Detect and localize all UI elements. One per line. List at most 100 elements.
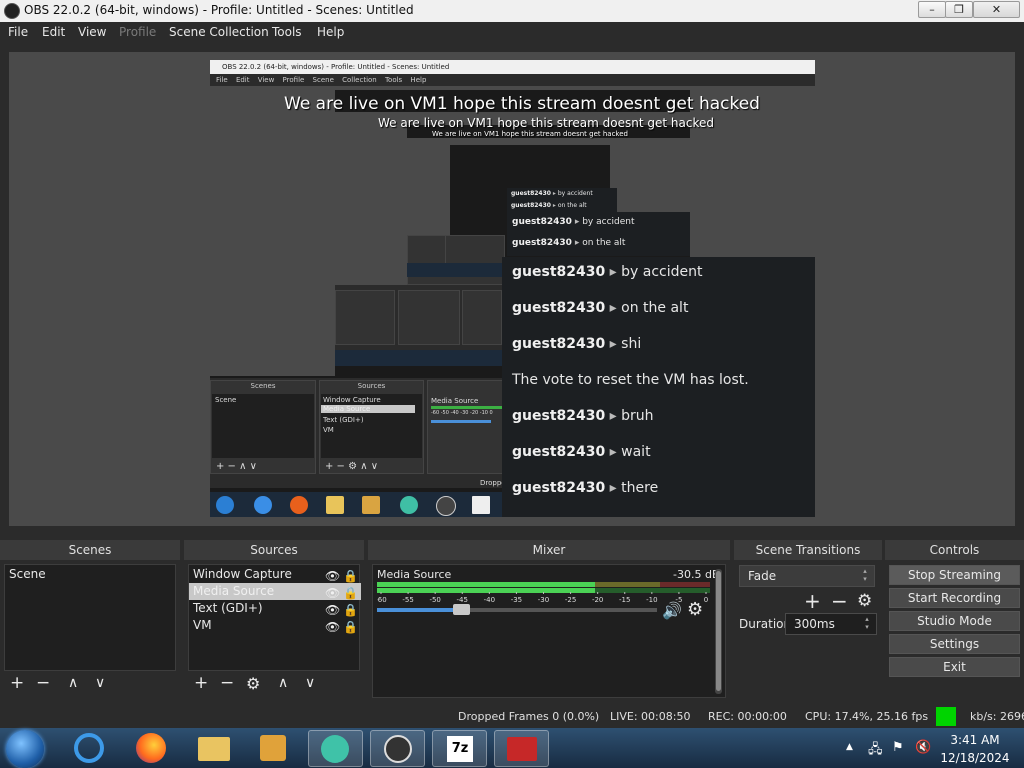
menu-profile[interactable]: Profile xyxy=(119,25,156,39)
mixer-tick-label: -35 xyxy=(511,596,522,604)
source-item-text[interactable]: Text (GDI+) 👁 🔒 xyxy=(189,600,361,617)
chat-small-line-2: guest82430 ▸ on the alt xyxy=(511,202,587,209)
window-capture-preview: OBS 22.0.2 (64-bit, windows) - Profile: … xyxy=(210,60,815,517)
taskbar-vm-app[interactable] xyxy=(308,730,363,767)
source-item-window-capture[interactable]: Window Capture 👁 🔒 xyxy=(189,566,361,583)
lock-icon[interactable]: 🔒 xyxy=(343,619,358,636)
taskbar-firefox[interactable] xyxy=(124,730,179,767)
transition-select-value: Fade xyxy=(748,569,777,583)
taskbar-toolbox[interactable] xyxy=(494,730,549,767)
overlay-text-small: We are live on VM1 hope this stream does… xyxy=(432,130,628,138)
source-item-vm[interactable]: VM 👁 🔒 xyxy=(189,617,361,634)
menu-edit[interactable]: Edit xyxy=(42,25,65,39)
nested-source-1: Window Capture xyxy=(323,396,381,404)
sources-dock-header: Sources xyxy=(184,540,364,560)
chat-line-2: guest82430 ▸ on the alt xyxy=(512,300,689,316)
chat-line-5: guest82430 ▸ bruh xyxy=(512,408,654,424)
transition-gear-icon[interactable]: ⚙ xyxy=(857,591,872,611)
scene-item[interactable]: Scene xyxy=(5,566,177,583)
duration-input[interactable]: 300ms ▴ ▾ xyxy=(785,613,877,635)
sources-list[interactable]: Window Capture 👁 🔒 Media Source 👁 🔒 Text… xyxy=(188,564,361,671)
transition-select[interactable]: Fade ▴ ▾ xyxy=(739,565,875,587)
network-icon[interactable]: 🖧 xyxy=(868,740,883,762)
mixer-scrollbar[interactable] xyxy=(715,569,722,694)
remove-source-button[interactable]: − xyxy=(220,675,234,692)
studio-mode-button[interactable]: Studio Mode xyxy=(889,611,1020,631)
menu-view[interactable]: View xyxy=(78,25,106,39)
mixer-tick-label: -60 xyxy=(377,596,387,604)
nested-scene-tools: + − ∧ ∨ xyxy=(216,461,257,472)
mixer-level-readout: -30.5 dB xyxy=(673,568,720,581)
settings-button[interactable]: Settings xyxy=(889,634,1020,654)
taskbar-explorer[interactable] xyxy=(186,730,241,767)
move-source-down-button[interactable]: ∨ xyxy=(305,675,315,692)
move-scene-up-button[interactable]: ∧ xyxy=(68,675,78,692)
nested-source-4: VM xyxy=(323,426,334,434)
clock-date[interactable]: 12/18/2024 xyxy=(940,751,1010,765)
start-orb-icon[interactable] xyxy=(6,730,44,768)
rec-timer: REC: 00:00:00 xyxy=(708,710,787,723)
minimize-button[interactable]: – xyxy=(918,1,946,18)
add-transition-button[interactable]: + xyxy=(804,589,821,613)
nested-vm-icon xyxy=(400,496,418,514)
volume-slider-handle[interactable] xyxy=(453,604,470,615)
nested-folder-icon xyxy=(326,496,344,514)
taskbar-media[interactable] xyxy=(246,730,301,767)
mixer-meter-red xyxy=(660,582,710,587)
transitions-dock-header: Scene Transitions xyxy=(734,540,882,560)
mixer-scale: -60-55-50-45-40-35-30-25-20-15-10-50 xyxy=(377,592,708,604)
toolbox-icon xyxy=(507,737,537,761)
firefox-icon xyxy=(136,733,166,763)
nested-scenes-2 xyxy=(335,290,395,345)
volume-muted-icon[interactable]: 🔇 xyxy=(915,740,931,755)
nested-ie-icon xyxy=(254,496,272,514)
mixer-scrollbar-thumb[interactable] xyxy=(716,571,721,691)
nested-source-2: Media Source xyxy=(321,405,415,413)
chat-mid-line-2: guest82430 ▸ on the alt xyxy=(512,238,626,248)
taskbar-obs[interactable] xyxy=(370,730,425,767)
mixer-gear-icon[interactable]: ⚙ xyxy=(687,599,703,620)
add-scene-button[interactable]: + xyxy=(10,675,24,692)
taskbar-ie[interactable] xyxy=(64,730,119,767)
mixer-tick-label: -30 xyxy=(538,596,549,604)
scenes-list[interactable]: Scene xyxy=(4,564,176,671)
move-source-up-button[interactable]: ∧ xyxy=(278,675,288,692)
menu-help[interactable]: Help xyxy=(317,25,344,39)
remove-scene-button[interactable]: − xyxy=(36,675,50,692)
menu-tools[interactable]: Tools xyxy=(272,25,302,39)
mixer-tick-label: -25 xyxy=(565,596,576,604)
nested-mixer-dock xyxy=(427,380,507,474)
add-source-button[interactable]: + xyxy=(194,675,208,692)
eye-icon[interactable]: 👁 xyxy=(325,619,340,636)
tray-overflow-icon[interactable]: ▲ xyxy=(846,742,853,752)
obs-app-icon xyxy=(4,3,20,19)
move-scene-down-button[interactable]: ∨ xyxy=(95,675,105,692)
mixer-tick-label: -40 xyxy=(484,596,495,604)
spin-arrows-icon[interactable]: ▴ ▾ xyxy=(860,615,874,633)
flag-icon[interactable]: ⚑ xyxy=(892,740,904,755)
clock-time[interactable]: 3:41 AM xyxy=(945,733,1005,747)
obs-icon xyxy=(384,735,412,763)
menu-scene-collection[interactable]: Scene Collection xyxy=(169,25,269,39)
stop-streaming-button[interactable]: Stop Streaming xyxy=(889,565,1020,585)
menu-file[interactable]: File xyxy=(8,25,28,39)
mixer-tick-label: -15 xyxy=(619,596,630,604)
start-recording-button[interactable]: Start Recording xyxy=(889,588,1020,608)
speaker-icon[interactable]: 🔊 xyxy=(662,601,682,620)
nested-source-3: Text (GDI+) xyxy=(323,416,364,424)
source-label: Text (GDI+) xyxy=(193,601,263,615)
source-properties-gear-icon[interactable]: ⚙ xyxy=(246,675,260,692)
taskbar-7zip[interactable]: 7z xyxy=(432,730,487,767)
nested-mixer-slider xyxy=(431,420,491,423)
maximize-button[interactable]: ❐ xyxy=(945,1,973,18)
duration-value: 300ms xyxy=(794,617,835,631)
controls-dock-header: Controls xyxy=(885,540,1024,560)
close-button[interactable]: ✕ xyxy=(973,1,1020,18)
nested-obs-icon xyxy=(436,496,456,516)
mixer-tick-label: -50 xyxy=(429,596,440,604)
cpu-usage: CPU: 17.4%, 25.16 fps xyxy=(805,710,929,723)
source-item-media-source[interactable]: Media Source 👁 🔒 xyxy=(189,583,361,600)
remove-transition-button[interactable]: − xyxy=(831,589,848,613)
exit-button[interactable]: Exit xyxy=(889,657,1020,677)
folder-icon xyxy=(198,737,230,761)
